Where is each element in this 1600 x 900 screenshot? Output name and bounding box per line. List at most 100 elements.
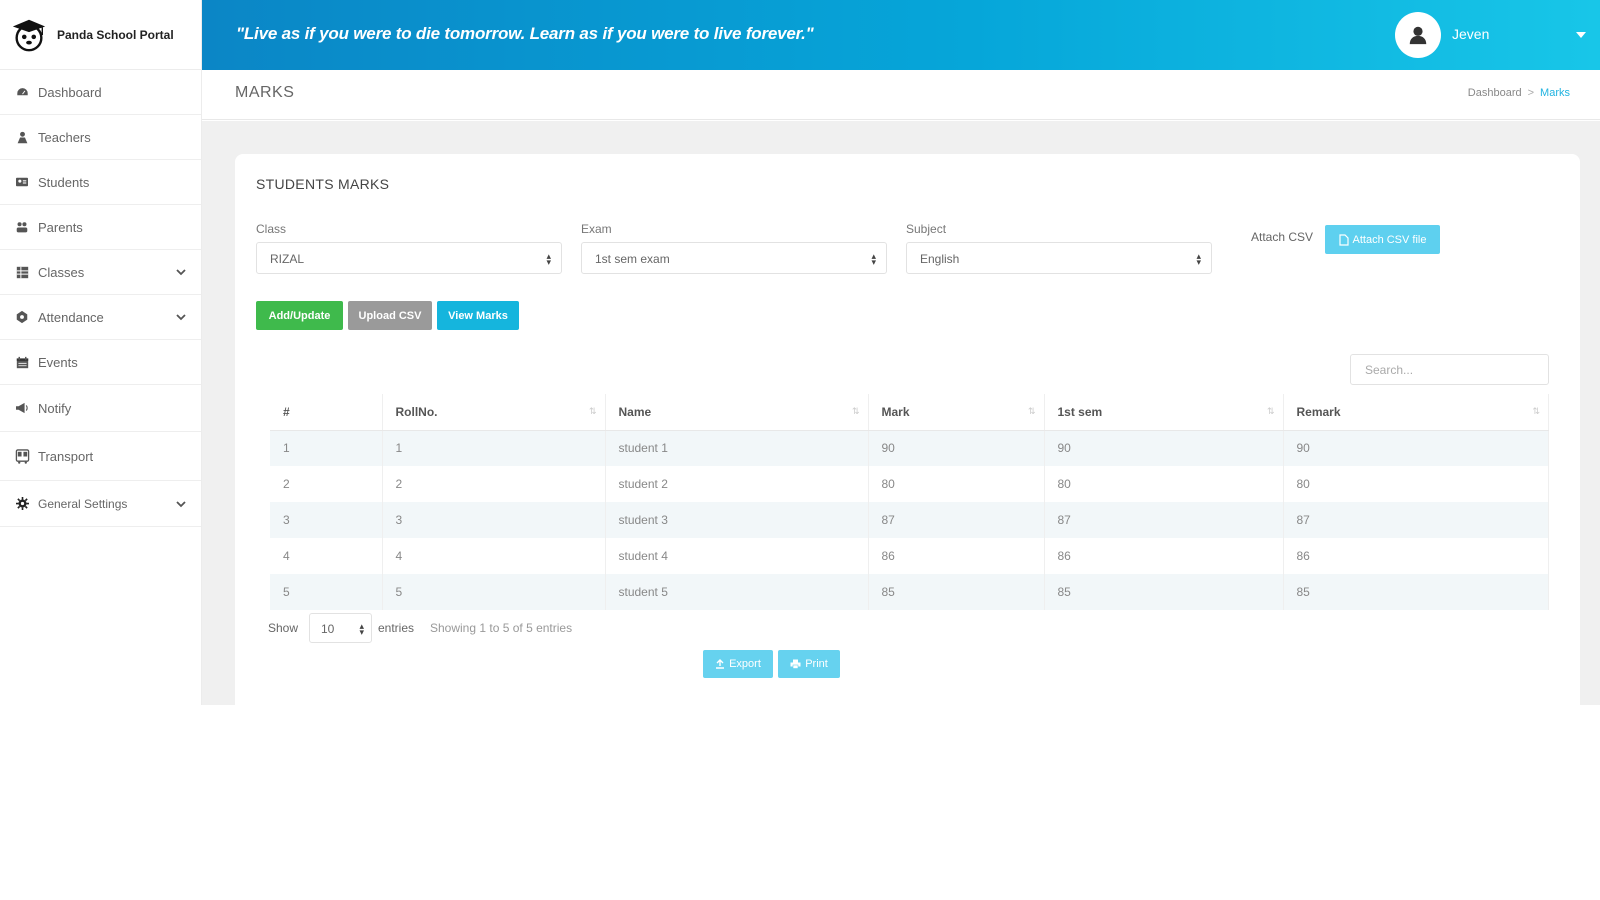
table-cell: student 4 (605, 538, 869, 574)
user-name[interactable]: Jeven (1452, 26, 1489, 42)
gear-icon (14, 496, 30, 512)
classes-icon (14, 264, 30, 280)
chevron-down-icon (176, 500, 186, 507)
caret-down-icon[interactable] (1575, 30, 1587, 40)
column-header-rollno[interactable]: RollNo. ⇅ (382, 394, 606, 431)
bus-icon (14, 448, 30, 464)
print-icon (790, 659, 801, 669)
table-cell: 85 (1044, 574, 1284, 610)
sort-icon: ⇅ (588, 406, 597, 416)
sidebar-item-parents[interactable]: Parents (0, 205, 201, 250)
page-blank-area (0, 705, 1600, 900)
table-cell: student 5 (605, 574, 869, 610)
column-header-label: 1st sem (1057, 404, 1103, 419)
table-cell: 4 (270, 538, 383, 574)
table-cell: 90 (1283, 430, 1549, 466)
table-row: 2 2 student 2 80 80 80 (270, 466, 1549, 502)
column-header-label: Mark (881, 404, 910, 419)
file-icon (1338, 233, 1349, 246)
marks-card: STUDENTS MARKS Class RIZAL ▴ ▾ Exam 1st s… (235, 154, 1580, 705)
table-cell: 4 (382, 538, 606, 574)
breadcrumb: Dashboard > Marks (1468, 87, 1570, 99)
sidebar-item-label: Transport (38, 448, 94, 464)
table-cell: 86 (868, 538, 1045, 574)
sort-icon: ⇅ (1027, 406, 1036, 416)
table-cell: 90 (868, 430, 1045, 466)
marks-table: # RollNo. ⇅ Name ⇅ Mark ⇅ 1st sem ⇅ Remark ⇅ … (270, 394, 1549, 610)
sidebar-item-classes[interactable]: Classes (0, 250, 201, 295)
view-marks-button[interactable]: View Marks (437, 301, 519, 330)
graduation-cap-icon (12, 19, 46, 51)
exam-select[interactable]: 1st sem exam ▴ ▾ (581, 242, 887, 274)
sort-icon: ⇅ (1532, 406, 1540, 416)
table-cell: 86 (1283, 538, 1549, 574)
subject-select[interactable]: English ▴ ▾ (906, 242, 1212, 274)
table-cell: 80 (868, 466, 1045, 502)
table-cell: 90 (1044, 430, 1284, 466)
sidebar-item-label: General Settings (38, 496, 128, 511)
sidebar-item-general-settings[interactable]: General Settings (0, 481, 201, 527)
table-cell: 85 (868, 574, 1045, 610)
select-arrows-icon: ▴ ▾ (1196, 251, 1201, 267)
column-header-label: Name (618, 404, 652, 419)
sidebar-item-attendance[interactable]: Attendance (0, 295, 201, 340)
attach-csv-button[interactable]: Attach CSV file (1325, 225, 1440, 254)
table-cell: 2 (270, 466, 383, 502)
column-header-1st-sem[interactable]: 1st sem ⇅ (1044, 394, 1284, 431)
sidebar-item-transport[interactable]: Transport (0, 432, 201, 481)
sidebar-item-students[interactable]: Students (0, 160, 201, 205)
print-button[interactable]: Print (778, 650, 840, 678)
avatar[interactable] (1395, 12, 1441, 58)
table-cell: 1 (270, 430, 383, 466)
chevron-down-icon (176, 314, 186, 321)
table-row: 5 5 student 5 85 85 85 (270, 574, 1549, 610)
sidebar-item-teachers[interactable]: Teachers (0, 115, 201, 160)
search-input[interactable] (1350, 354, 1549, 385)
sidebar-item-events[interactable]: Events (0, 340, 201, 385)
sidebar-item-dashboard[interactable]: Dashboard (0, 70, 201, 115)
breadcrumb-current: Marks (1540, 87, 1570, 99)
column-header-mark[interactable]: Mark ⇅ (868, 394, 1045, 431)
dashboard-icon (14, 84, 30, 100)
table-cell: 5 (270, 574, 383, 610)
class-label: Class (256, 222, 287, 236)
brand[interactable]: Panda School Portal (0, 0, 201, 70)
header-quote: "Live as if you were to die tomorrow. Le… (236, 24, 814, 43)
user-icon (1409, 26, 1427, 45)
table-cell: 87 (868, 502, 1045, 538)
class-select[interactable]: RIZAL ▴ ▾ (256, 242, 562, 274)
sidebar-item-label: Notify (38, 400, 72, 416)
table-cell: 2 (382, 466, 606, 502)
export-button[interactable]: Export (703, 650, 773, 678)
upload-csv-button[interactable]: Upload CSV (348, 301, 432, 330)
select-arrows-icon: ▴ ▾ (546, 251, 551, 267)
table-header-row: # RollNo. ⇅ Name ⇅ Mark ⇅ 1st sem ⇅ Remark ⇅ (270, 394, 1549, 431)
breadcrumb-separator: > (1527, 87, 1535, 99)
show-label: Show (268, 621, 299, 635)
column-header-name[interactable]: Name ⇅ (605, 394, 869, 431)
page-title: MARKS (235, 84, 295, 101)
column-header-label: Remark (1296, 404, 1341, 419)
table-info: Showing 1 to 5 of 5 entries (430, 621, 573, 635)
select-arrows-icon: ▴ ▾ (359, 621, 364, 637)
sidebar-item-label: Teachers (38, 129, 91, 145)
export-icon (716, 659, 725, 669)
column-header-index[interactable]: # (270, 394, 383, 431)
table-cell: student 2 (605, 466, 869, 502)
add-update-button[interactable]: Add/Update (256, 301, 343, 330)
attach-csv-button-label: Attach CSV file (1352, 233, 1427, 246)
entries-select[interactable]: 10 ▴ ▾ (309, 613, 372, 643)
sidebar-item-notify[interactable]: Notify (0, 385, 201, 432)
attach-csv-label: Attach CSV (1251, 230, 1314, 244)
breadcrumb-home[interactable]: Dashboard (1468, 87, 1522, 99)
column-header-label: # (283, 404, 290, 419)
table-row: 4 4 student 4 86 86 86 (270, 538, 1549, 574)
column-header-remark[interactable]: Remark ⇅ (1283, 394, 1549, 431)
sidebar-item-label: Students (38, 174, 90, 190)
table-cell: 85 (1283, 574, 1549, 610)
entries-select-value: 10 (321, 622, 335, 636)
sort-icon: ⇅ (1266, 406, 1275, 416)
table-cell: 86 (1044, 538, 1284, 574)
class-select-value: RIZAL (270, 252, 305, 266)
column-header-label: RollNo. (395, 404, 438, 419)
